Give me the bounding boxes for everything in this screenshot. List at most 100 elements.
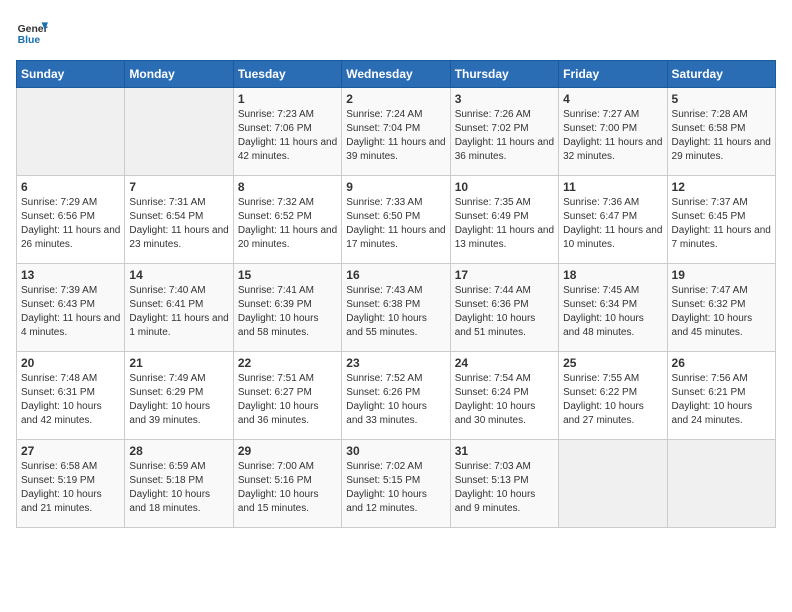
day-info: Sunrise: 7:27 AM Sunset: 7:00 PM Dayligh… <box>563 108 662 164</box>
weekday-header-monday: Monday <box>125 61 233 88</box>
calendar-cell: 25 Sunrise: 7:55 AM Sunset: 6:22 PM Dayli… <box>559 352 667 440</box>
day-number: 14 <box>129 268 228 282</box>
day-info: Sunrise: 7:41 AM Sunset: 6:39 PM Dayligh… <box>238 284 337 340</box>
day-number: 26 <box>672 356 771 370</box>
day-info: Sunrise: 7:48 AM Sunset: 6:31 PM Dayligh… <box>21 372 120 428</box>
calendar-cell <box>559 440 667 528</box>
day-number: 21 <box>129 356 228 370</box>
calendar-cell: 7 Sunrise: 7:31 AM Sunset: 6:54 PM Daylig… <box>125 176 233 264</box>
day-number: 11 <box>563 180 662 194</box>
weekday-row: SundayMondayTuesdayWednesdayThursdayFrid… <box>17 61 776 88</box>
calendar-cell: 13Sunrise: 7:39 AM Sunset: 6:43 PM Dayli… <box>17 264 125 352</box>
calendar-cell: 14Sunrise: 7:40 AM Sunset: 6:41 PM Dayli… <box>125 264 233 352</box>
calendar-cell <box>17 88 125 176</box>
day-info: Sunrise: 7:31 AM Sunset: 6:54 PM Dayligh… <box>129 196 228 252</box>
day-info: Sunrise: 7:00 AM Sunset: 5:16 PM Dayligh… <box>238 460 337 516</box>
calendar-cell: 21 Sunrise: 7:49 AM Sunset: 6:29 PM Dayli… <box>125 352 233 440</box>
calendar-cell: 26 Sunrise: 7:56 AM Sunset: 6:21 PM Dayli… <box>667 352 775 440</box>
day-number: 4 <box>563 92 662 106</box>
day-info: Sunrise: 7:56 AM Sunset: 6:21 PM Dayligh… <box>672 372 771 428</box>
day-number: 17 <box>455 268 554 282</box>
day-number: 24 <box>455 356 554 370</box>
calendar-cell: 18 Sunrise: 7:45 AM Sunset: 6:34 PM Dayli… <box>559 264 667 352</box>
day-info: Sunrise: 7:24 AM Sunset: 7:04 PM Dayligh… <box>346 108 445 164</box>
day-info: Sunrise: 7:29 AM Sunset: 6:56 PM Dayligh… <box>21 196 120 252</box>
calendar-cell: 28 Sunrise: 6:59 AM Sunset: 5:18 PM Dayli… <box>125 440 233 528</box>
day-info: Sunrise: 6:58 AM Sunset: 5:19 PM Dayligh… <box>21 460 120 516</box>
day-info: Sunrise: 7:23 AM Sunset: 7:06 PM Dayligh… <box>238 108 337 164</box>
calendar-body: 1Sunrise: 7:23 AM Sunset: 7:06 PM Daylig… <box>17 88 776 528</box>
page-header: General Blue <box>16 16 776 48</box>
calendar-cell: 30 Sunrise: 7:02 AM Sunset: 5:15 PM Dayli… <box>342 440 450 528</box>
calendar-cell: 22Sunrise: 7:51 AM Sunset: 6:27 PM Dayli… <box>233 352 341 440</box>
day-info: Sunrise: 7:47 AM Sunset: 6:32 PM Dayligh… <box>672 284 771 340</box>
week-row-4: 20 Sunrise: 7:48 AM Sunset: 6:31 PM Dayli… <box>17 352 776 440</box>
day-number: 7 <box>129 180 228 194</box>
calendar-cell: 29 Sunrise: 7:00 AM Sunset: 5:16 PM Dayli… <box>233 440 341 528</box>
day-number: 28 <box>129 444 228 458</box>
day-info: Sunrise: 7:33 AM Sunset: 6:50 PM Dayligh… <box>346 196 445 252</box>
calendar-cell: 27 Sunrise: 6:58 AM Sunset: 5:19 PM Dayli… <box>17 440 125 528</box>
day-info: Sunrise: 7:45 AM Sunset: 6:34 PM Dayligh… <box>563 284 662 340</box>
calendar-cell: 4 Sunrise: 7:27 AM Sunset: 7:00 PM Daylig… <box>559 88 667 176</box>
day-number: 9 <box>346 180 445 194</box>
logo: General Blue <box>16 16 52 48</box>
weekday-header-sunday: Sunday <box>17 61 125 88</box>
day-info: Sunrise: 7:49 AM Sunset: 6:29 PM Dayligh… <box>129 372 228 428</box>
logo-icon: General Blue <box>16 16 48 48</box>
day-number: 19 <box>672 268 771 282</box>
calendar-cell: 9 Sunrise: 7:33 AM Sunset: 6:50 PM Daylig… <box>342 176 450 264</box>
day-info: Sunrise: 7:02 AM Sunset: 5:15 PM Dayligh… <box>346 460 445 516</box>
calendar-cell: 19 Sunrise: 7:47 AM Sunset: 6:32 PM Dayli… <box>667 264 775 352</box>
calendar-header: SundayMondayTuesdayWednesdayThursdayFrid… <box>17 61 776 88</box>
day-info: Sunrise: 7:32 AM Sunset: 6:52 PM Dayligh… <box>238 196 337 252</box>
calendar-cell: 23 Sunrise: 7:52 AM Sunset: 6:26 PM Dayli… <box>342 352 450 440</box>
calendar-cell: 31 Sunrise: 7:03 AM Sunset: 5:13 PM Dayli… <box>450 440 558 528</box>
day-number: 25 <box>563 356 662 370</box>
calendar-cell: 3Sunrise: 7:26 AM Sunset: 7:02 PM Daylig… <box>450 88 558 176</box>
day-number: 29 <box>238 444 337 458</box>
calendar-cell: 1Sunrise: 7:23 AM Sunset: 7:06 PM Daylig… <box>233 88 341 176</box>
calendar-cell: 16 Sunrise: 7:43 AM Sunset: 6:38 PM Dayli… <box>342 264 450 352</box>
day-number: 8 <box>238 180 337 194</box>
calendar-cell: 2 Sunrise: 7:24 AM Sunset: 7:04 PM Daylig… <box>342 88 450 176</box>
day-number: 30 <box>346 444 445 458</box>
weekday-header-wednesday: Wednesday <box>342 61 450 88</box>
calendar-cell <box>125 88 233 176</box>
day-info: Sunrise: 7:52 AM Sunset: 6:26 PM Dayligh… <box>346 372 445 428</box>
weekday-header-friday: Friday <box>559 61 667 88</box>
day-number: 23 <box>346 356 445 370</box>
week-row-1: 1Sunrise: 7:23 AM Sunset: 7:06 PM Daylig… <box>17 88 776 176</box>
day-info: Sunrise: 7:54 AM Sunset: 6:24 PM Dayligh… <box>455 372 554 428</box>
calendar-cell <box>667 440 775 528</box>
day-number: 18 <box>563 268 662 282</box>
weekday-header-thursday: Thursday <box>450 61 558 88</box>
day-number: 12 <box>672 180 771 194</box>
day-info: Sunrise: 6:59 AM Sunset: 5:18 PM Dayligh… <box>129 460 228 516</box>
calendar-cell: 24 Sunrise: 7:54 AM Sunset: 6:24 PM Dayli… <box>450 352 558 440</box>
day-info: Sunrise: 7:26 AM Sunset: 7:02 PM Dayligh… <box>455 108 554 164</box>
day-number: 5 <box>672 92 771 106</box>
day-info: Sunrise: 7:03 AM Sunset: 5:13 PM Dayligh… <box>455 460 554 516</box>
day-info: Sunrise: 7:37 AM Sunset: 6:45 PM Dayligh… <box>672 196 771 252</box>
day-number: 31 <box>455 444 554 458</box>
calendar-cell: 17Sunrise: 7:44 AM Sunset: 6:36 PM Dayli… <box>450 264 558 352</box>
week-row-2: 6Sunrise: 7:29 AM Sunset: 6:56 PM Daylig… <box>17 176 776 264</box>
weekday-header-saturday: Saturday <box>667 61 775 88</box>
day-number: 13 <box>21 268 120 282</box>
day-number: 2 <box>346 92 445 106</box>
day-info: Sunrise: 7:55 AM Sunset: 6:22 PM Dayligh… <box>563 372 662 428</box>
day-info: Sunrise: 7:36 AM Sunset: 6:47 PM Dayligh… <box>563 196 662 252</box>
calendar-cell: 20 Sunrise: 7:48 AM Sunset: 6:31 PM Dayli… <box>17 352 125 440</box>
calendar-cell: 6Sunrise: 7:29 AM Sunset: 6:56 PM Daylig… <box>17 176 125 264</box>
week-row-3: 13Sunrise: 7:39 AM Sunset: 6:43 PM Dayli… <box>17 264 776 352</box>
weekday-header-tuesday: Tuesday <box>233 61 341 88</box>
day-number: 27 <box>21 444 120 458</box>
calendar-cell: 15Sunrise: 7:41 AM Sunset: 6:39 PM Dayli… <box>233 264 341 352</box>
day-number: 16 <box>346 268 445 282</box>
day-number: 20 <box>21 356 120 370</box>
day-info: Sunrise: 7:43 AM Sunset: 6:38 PM Dayligh… <box>346 284 445 340</box>
calendar-cell: 5 Sunrise: 7:28 AM Sunset: 6:58 PM Daylig… <box>667 88 775 176</box>
day-number: 22 <box>238 356 337 370</box>
day-info: Sunrise: 7:28 AM Sunset: 6:58 PM Dayligh… <box>672 108 771 164</box>
